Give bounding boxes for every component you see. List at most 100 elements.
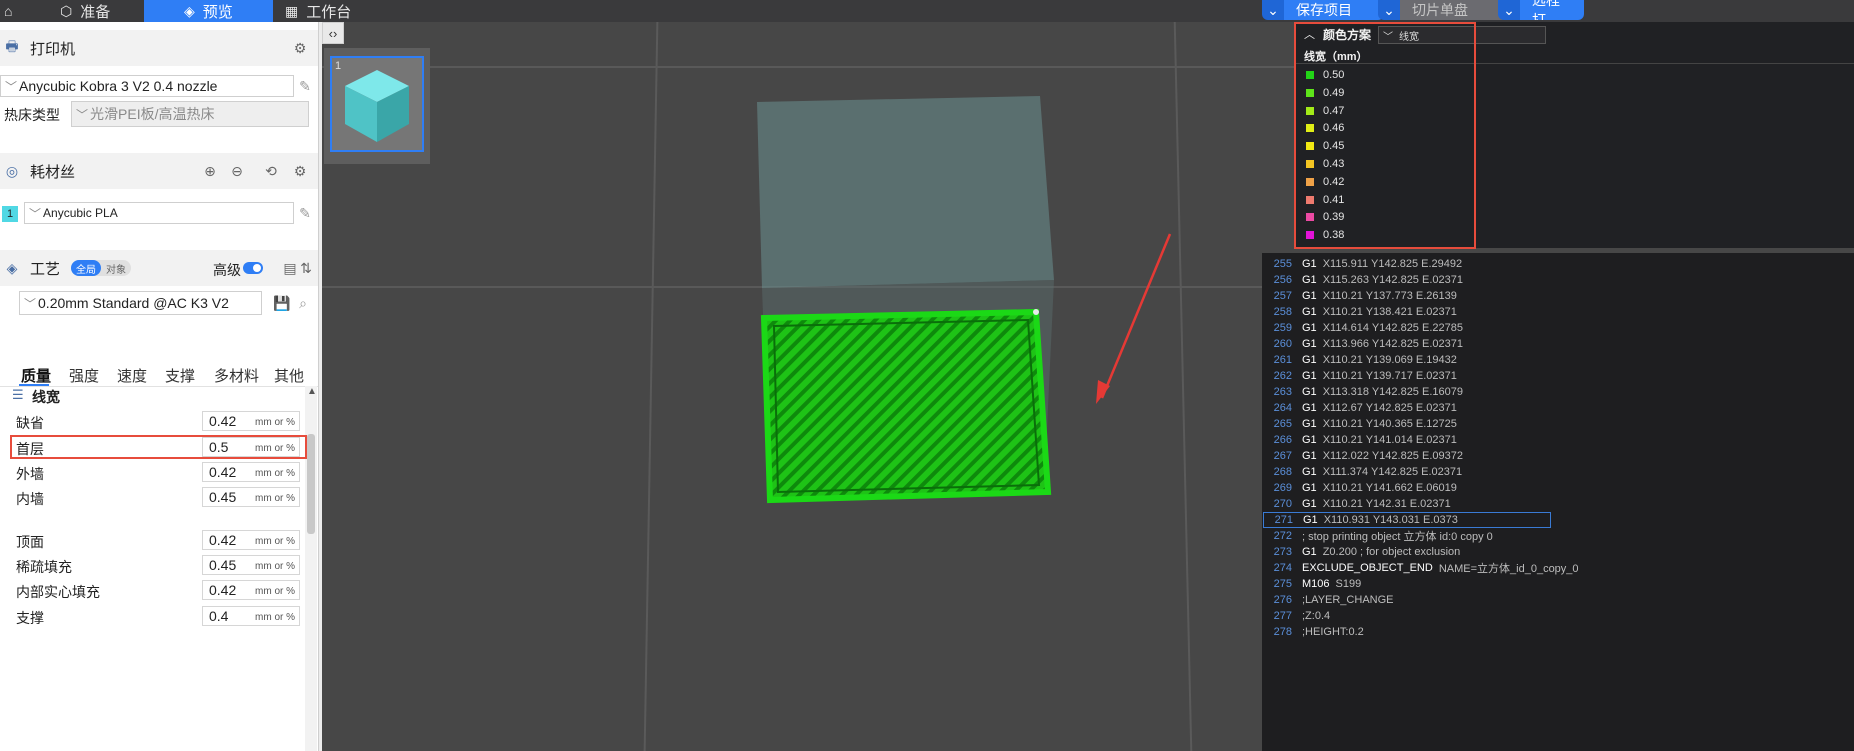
toggle-global[interactable]: 全局 (71, 260, 101, 276)
gcode-arguments: X110.21 Y140.365 E.12725 (1322, 418, 1457, 430)
gcode-command: G1 (1302, 274, 1317, 286)
gcode-line[interactable]: 257 G1 X110.21 Y137.773 E.26139 (1262, 288, 1854, 304)
tab-others[interactable]: 其他 (274, 365, 304, 386)
tab-quality[interactable]: 质量 (21, 365, 51, 386)
save-project-button[interactable]: ⌄ 保存项目 (1262, 0, 1384, 20)
tab-preview[interactable]: ◈ 预览 (144, 0, 273, 22)
gcode-line[interactable]: 261 G1 X110.21 Y139.069 E.19432 (1262, 352, 1854, 368)
gcode-line[interactable]: 260 G1 X113.966 Y142.825 E.02371 (1262, 336, 1854, 352)
tab-prepare[interactable]: ⬡ 准备 (60, 0, 110, 22)
grid-icon: ▦ (285, 2, 299, 19)
setting-input-internal-solid-infill[interactable]: 0.42 mm or % (202, 580, 300, 600)
gcode-command: G1 (1302, 306, 1317, 318)
gcode-line[interactable]: 265 G1 X110.21 Y140.365 E.12725 (1262, 416, 1854, 432)
gcode-arguments: X110.21 Y138.421 E.02371 (1322, 306, 1457, 318)
gcode-line[interactable]: 278 ;HEIGHT:0.2 (1262, 624, 1854, 640)
gcode-line[interactable]: 276 ;LAYER_CHANGE (1262, 592, 1854, 608)
gcode-arguments: X110.21 Y141.662 E.06019 (1322, 482, 1457, 494)
gcode-command: G1 (1302, 338, 1317, 350)
scroll-up-icon[interactable]: ▲ (307, 386, 317, 397)
gcode-line[interactable]: 270 G1 X110.21 Y142.31 E.02371 (1262, 496, 1854, 512)
sync-icon[interactable]: ⇅ (297, 259, 315, 277)
tab-workbench-label: 工作台 (306, 3, 352, 21)
setting-input-default[interactable]: 0.42 mm or % (202, 411, 300, 431)
tab-speed[interactable]: 速度 (117, 365, 147, 386)
setting-label-outer-wall: 外墙 (16, 466, 44, 482)
process-profile-select[interactable]: ﹀ 0.20mm Standard @AC K3 V2 (19, 291, 262, 315)
gcode-command: G1 (1302, 258, 1317, 270)
gcode-line[interactable]: 277 ;Z:0.4 (1262, 608, 1854, 624)
filament-sync-icon[interactable]: ⟲ (262, 162, 280, 180)
tab-workbench[interactable]: ▦ 工作台 (285, 0, 351, 22)
tab-prepare-label: 准备 (80, 3, 111, 21)
tab-support[interactable]: 支撑 (165, 365, 195, 386)
gcode-line[interactable]: 262 G1 X110.21 Y139.717 E.02371 (1262, 368, 1854, 384)
save-profile-icon[interactable]: 💾 (273, 295, 290, 311)
gcode-line-number: 269 (1273, 482, 1292, 494)
filament-settings-icon[interactable]: ⚙ (291, 162, 309, 180)
gcode-command: G1 (1302, 370, 1317, 382)
edit-printer-icon[interactable]: ✎ (297, 78, 313, 94)
gcode-line[interactable]: 269 G1 X110.21 Y141.662 E.06019 (1262, 480, 1854, 496)
gcode-line-number: 270 (1273, 498, 1292, 510)
gcode-line-number: 273 (1273, 546, 1292, 558)
advanced-switch[interactable] (243, 262, 263, 274)
filament-slot-badge[interactable]: 1 (2, 206, 18, 222)
setting-label-support: 支撑 (16, 610, 44, 626)
process-section-title: 工艺 (30, 260, 61, 278)
setting-input-sparse-infill[interactable]: 0.45 mm or % (202, 555, 300, 575)
gcode-line[interactable]: 263 G1 X113.318 Y142.825 E.16079 (1262, 384, 1854, 400)
gcode-line[interactable]: 275 M106 S199 (1262, 576, 1854, 592)
home-button[interactable]: ⌂ (4, 0, 12, 22)
gcode-line[interactable]: 273 G1 Z0.200 ; for object exclusion (1262, 544, 1854, 560)
gcode-line[interactable]: 264 G1 X112.67 Y142.825 E.02371 (1262, 400, 1854, 416)
process-section-header: ◈ 工艺 全局 对象 高级 ▤ ⇅ (0, 250, 318, 286)
collapse-panel-button[interactable]: ‹› (322, 22, 344, 44)
printer-select[interactable]: ﹀ Anycubic Kobra 3 V2 0.4 nozzle (0, 75, 294, 97)
gcode-line-number: 276 (1273, 594, 1292, 606)
plate-thumbnail[interactable]: 1 (330, 56, 424, 152)
gcode-command: G1 (1302, 482, 1317, 494)
gcode-line[interactable]: 258 G1 X110.21 Y138.421 E.02371 (1262, 304, 1854, 320)
top-bar: ⌂ ⬡ 准备 ◈ 预览 ▦ 工作台 ⌄ 保存项目 ⌄ 切片单盘 ⌄ 远程打 (0, 0, 1854, 22)
gcode-line-number: 277 (1273, 610, 1292, 622)
gcode-command: M106 (1302, 578, 1330, 590)
toggle-object[interactable]: 对象 (103, 260, 129, 276)
chevron-down-icon: ﹀ (5, 79, 18, 94)
gcode-line-number: 257 (1273, 290, 1292, 302)
filament-select[interactable]: ﹀ Anycubic PLA (24, 202, 294, 224)
gcode-line[interactable]: 255 G1 X115.911 Y142.825 E.29492 (1262, 256, 1854, 272)
gcode-line-number: 264 (1273, 402, 1292, 414)
edit-filament-icon[interactable]: ✎ (297, 205, 313, 221)
printer-section-header: 🖶 打印机 ⚙ (0, 30, 318, 66)
setting-input-inner-wall[interactable]: 0.45 mm or % (202, 487, 300, 507)
gcode-arguments: X112.022 Y142.825 E.09372 (1322, 450, 1463, 462)
add-filament-icon[interactable]: ⊕ (201, 162, 219, 180)
printer-settings-icon[interactable]: ⚙ (291, 39, 309, 57)
setting-input-top-surface[interactable]: 0.42 mm or % (202, 530, 300, 550)
remove-filament-icon[interactable]: ⊖ (228, 162, 246, 180)
gcode-line[interactable]: 267 G1 X112.022 Y142.825 E.09372 (1262, 448, 1854, 464)
gcode-line[interactable]: 256 G1 X115.263 Y142.825 E.02371 (1262, 272, 1854, 288)
gcode-arguments: X114.614 Y142.825 E.22785 (1322, 322, 1463, 334)
slice-plate-button[interactable]: ⌄ 切片单盘 (1378, 0, 1508, 20)
gcode-line[interactable]: 274 EXCLUDE_OBJECT_END NAME=立方体_id_0_copy_… (1262, 560, 1854, 576)
search-icon[interactable]: ⌕ (295, 295, 311, 311)
gcode-line[interactable]: 268 G1 X111.374 Y142.825 E.02371 (1262, 464, 1854, 480)
gcode-line[interactable]: 272 ; stop printing object 立方体 id:0 copy … (1262, 528, 1854, 544)
gcode-viewer[interactable]: 255 G1 X115.911 Y142.825 E.29492 256 G1 X115.… (1262, 253, 1854, 751)
plate-thumbnail-panel: 1 (324, 48, 430, 164)
tab-strength[interactable]: 强度 (69, 365, 99, 386)
global-object-toggle[interactable]: 全局 对象 (71, 260, 131, 276)
scrollbar-thumb[interactable] (307, 434, 315, 534)
setting-input-support[interactable]: 0.4 mm or % (202, 606, 300, 626)
bed-type-select[interactable]: ﹀ 光滑PEI板/高温热床 (71, 101, 309, 127)
gcode-line[interactable]: 259 G1 X114.614 Y142.825 E.22785 (1262, 320, 1854, 336)
gcode-command: G1 (1303, 514, 1318, 526)
setting-input-outer-wall[interactable]: 0.42 mm or % (202, 462, 300, 482)
cube-ghost-top (757, 96, 1054, 288)
gcode-line[interactable]: 271 G1 X110.931 Y143.031 E.0373 (1263, 512, 1551, 528)
remote-print-button[interactable]: ⌄ 远程打 (1498, 0, 1584, 20)
tab-multimaterial[interactable]: 多材料 (214, 365, 259, 386)
gcode-line[interactable]: 266 G1 X110.21 Y141.014 E.02371 (1262, 432, 1854, 448)
